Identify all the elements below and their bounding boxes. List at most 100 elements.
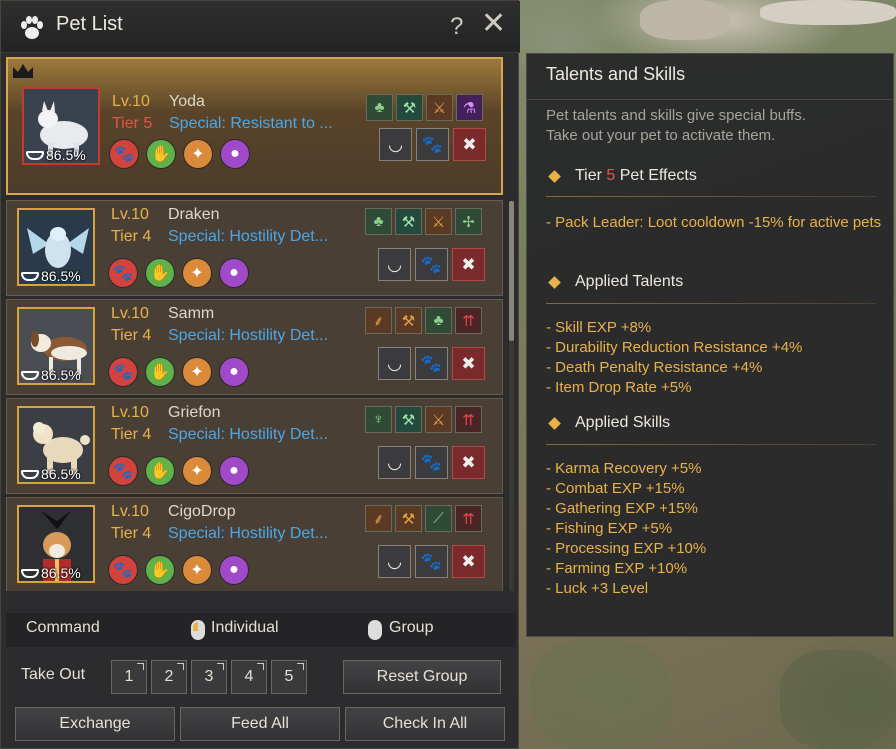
pet-special: Special: Resistant to ... [169,115,333,132]
arrows-up-icon: ⇈ [455,406,482,433]
individual-command[interactable]: Individual [211,619,279,637]
pet-card[interactable]: 86.5% Lv.10 Tier 4 Samm Special: Hostili… [6,299,503,395]
pet-portrait[interactable]: 86.5% [22,87,100,165]
take-out-slot-1[interactable]: 1 [111,660,147,694]
pouch-skill-icon: ● [219,258,249,288]
hostility-skill-icon: 🐾 [108,258,138,288]
check-in-all-button[interactable]: Check In All [345,707,505,741]
talent-line: - Item Drop Rate +5% [546,379,692,396]
gather-skill-icon: ✋ [145,555,175,585]
talents-tooltip: Talents and Skills Pet talents and skill… [526,53,894,637]
paw-icon [21,16,43,39]
food-bowl-icon [21,568,39,578]
feed-all-button[interactable]: Feed All [180,707,340,741]
pet-actions: ◡ 🐾 ✖ [378,347,485,380]
pouch-skill-icon: ● [219,357,249,387]
hunger-readout: 86.5% [21,565,81,581]
applied-skills-label: Applied Skills [575,414,671,431]
group-command[interactable]: Group [389,619,433,637]
gather-skill-icon: ✋ [145,258,175,288]
pet-special: Special: Hostility Det... [168,228,329,245]
compass-skill-icon: ✦ [183,139,213,169]
pet-actions: ◡ 🐾 ✖ [378,248,485,281]
pet-tier: Tier 4 [111,426,152,443]
take-out-slot-5[interactable]: 5 [271,660,307,694]
potion-icon: ⚗ [456,94,483,121]
exchange-button[interactable]: Exchange [15,707,175,741]
gather-skill-icon: ✋ [145,357,175,387]
pet-info-button[interactable]: 🐾 [415,545,448,578]
pet-card[interactable]: 86.5% Lv.10 Tier 4 CigoDrop Special: Hos… [6,497,503,591]
take-out-slot-3[interactable]: 3 [191,660,227,694]
pet-portrait[interactable]: 86.5% [17,307,95,385]
release-button[interactable]: ✖ [452,248,485,281]
pet-special: Special: Hostility Det... [168,426,329,443]
release-button[interactable]: ✖ [452,545,485,578]
take-out-label: Take Out [21,666,86,683]
wing-icon: ⟋ [425,505,452,532]
arrows-up-icon: ⇈ [455,307,482,334]
scrollbar-thumb[interactable] [509,201,514,341]
pickaxe-icon: ⚒ [395,406,422,433]
pet-talents: ⸙ ⚒ ♣ ⇈ [365,307,482,334]
pickaxe-icon: ⚒ [395,208,422,235]
list-scrollbar[interactable] [509,201,514,591]
pet-info-button[interactable]: 🐾 [416,128,449,161]
tier-suffix: Pet Effects [615,167,697,184]
feed-button[interactable]: ◡ [378,347,411,380]
feed-button[interactable]: ◡ [378,248,411,281]
applied-skills-heading: Applied Skills [546,414,670,432]
hunger-value: 86.5% [41,268,81,284]
take-out-slot-4[interactable]: 4 [231,660,267,694]
pet-list: 86.5% Lv.10 Tier 5 Yoda Special: Resista… [6,57,506,591]
scenery-grass [780,650,896,749]
pet-card[interactable]: 86.5% Lv.10 Tier 4 Griefon Special: Host… [6,398,503,494]
compass-skill-icon: ✦ [182,456,212,486]
pet-talents: ⸙ ⚒ ⟋ ⇈ [365,505,482,532]
scenery-rock [640,0,730,40]
feed-button[interactable]: ◡ [378,545,411,578]
left-click-icon [191,620,205,640]
pet-info-button[interactable]: 🐾 [415,347,448,380]
hunger-readout: 86.5% [21,268,81,284]
axe-icon: ⚔ [426,94,453,121]
pet-name: Yoda [169,93,205,110]
pet-portrait[interactable]: 86.5% [17,406,95,484]
close-button[interactable]: ✕ [481,9,506,39]
feed-button[interactable]: ◡ [378,446,411,479]
tooltip-description: Take out your pet to activate them. [546,127,776,144]
hunger-readout: 86.5% [21,466,81,482]
skill-line: - Luck +3 Level [546,580,649,597]
command-label: Command [26,619,100,636]
pet-info-button[interactable]: 🐾 [415,248,448,281]
release-button[interactable]: ✖ [452,446,485,479]
compass-skill-icon: ✦ [182,357,212,387]
pet-actions: ◡ 🐾 ✖ [379,128,486,161]
take-out-slot-2[interactable]: 2 [151,660,187,694]
compass-skill-icon: ✦ [182,555,212,585]
release-button[interactable]: ✖ [453,128,486,161]
diamond-bullet-icon [548,416,561,430]
gather-skill-icon: ✋ [146,139,176,169]
pet-portrait[interactable]: 86.5% [17,208,95,286]
reset-group-button[interactable]: Reset Group [343,660,501,694]
release-button[interactable]: ✖ [452,347,485,380]
pet-list-window: Pet List ? ✕ 86.5% Lv.10 Tier 5 Yoda Spe… [0,0,520,749]
pet-card[interactable]: 86.5% Lv.10 Tier 4 Draken Special: Hosti… [6,200,503,296]
clover-icon: ♣ [425,307,452,334]
hunger-readout: 86.5% [26,147,86,163]
feed-button[interactable]: ◡ [379,128,412,161]
pet-card-leader[interactable]: 86.5% Lv.10 Tier 5 Yoda Special: Resista… [6,57,503,195]
compass-skill-icon: ✦ [182,258,212,288]
pet-info-button[interactable]: 🐾 [415,446,448,479]
skill-line: - Gathering EXP +15% [546,500,698,517]
skill-line: - Farming EXP +10% [546,560,688,577]
hunger-value: 86.5% [46,147,86,163]
help-button[interactable]: ? [450,13,463,41]
pet-portrait[interactable]: 86.5% [17,505,95,583]
hunger-value: 86.5% [41,565,81,581]
food-bowl-icon [21,469,39,479]
talent-line: - Durability Reduction Resistance +4% [546,339,803,356]
pet-name: Samm [168,305,215,322]
clover-icon: ♣ [365,208,392,235]
